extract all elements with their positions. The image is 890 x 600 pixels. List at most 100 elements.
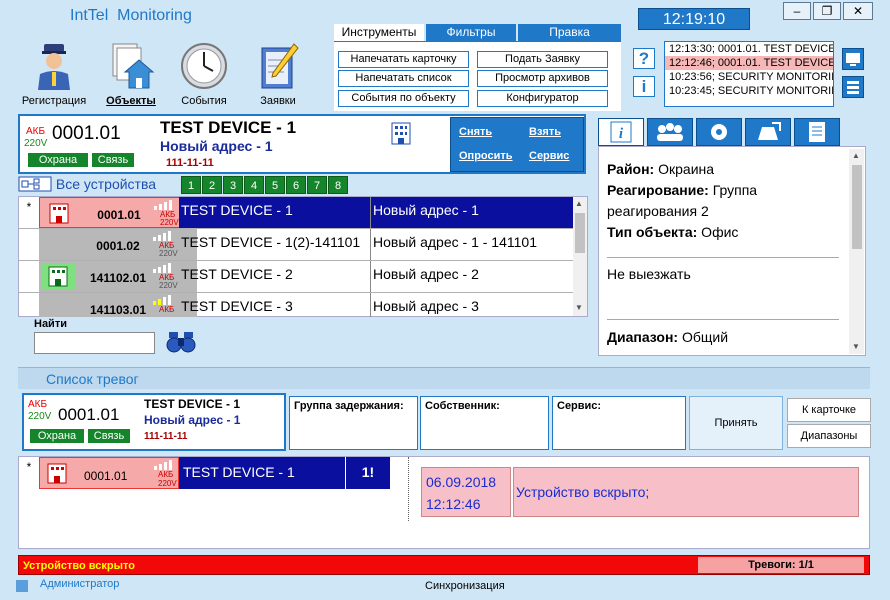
map-icon — [758, 122, 781, 140]
device-address: Новый адрес - 1 — [160, 138, 273, 154]
nav-requests-label: Заявки — [260, 95, 296, 107]
log-entry[interactable]: 10:23:56; SECURITY MONITORING — [665, 70, 833, 84]
scroll-thumb[interactable] — [575, 213, 585, 253]
minimize-button[interactable]: – — [783, 2, 811, 20]
all-devices-label: Все устройства — [55, 176, 157, 192]
search-input[interactable] — [34, 332, 155, 354]
tab-settings[interactable] — [696, 118, 742, 146]
ranges-button[interactable]: Диапазоны — [787, 424, 871, 448]
all-devices-header[interactable]: Все устройства — [18, 176, 156, 194]
configurator-button[interactable]: Конфигуратор — [477, 90, 608, 107]
tab-edit[interactable]: Правка — [518, 24, 621, 41]
page-4[interactable]: 4 — [244, 176, 264, 194]
row-marker: * — [26, 200, 32, 214]
object-type-line: Тип объекта: Офис — [607, 224, 739, 240]
splitter[interactable] — [408, 457, 409, 521]
alarm-row-number: 0001.01 — [84, 469, 128, 483]
signal-icon — [154, 200, 172, 210]
disarm-link[interactable]: Снять — [459, 126, 492, 138]
page-7[interactable]: 7 — [307, 176, 327, 194]
monitor-icon[interactable] — [842, 48, 864, 70]
submit-request-button[interactable]: Подать Заявку — [477, 51, 608, 68]
event-datetime: 06.09.2018 12:12:46 — [421, 467, 511, 517]
alarm-row-name[interactable]: TEST DEVICE - 1 — [179, 457, 345, 489]
object-events-button[interactable]: События по объекту — [338, 90, 469, 107]
accept-button[interactable]: Принять — [689, 396, 783, 450]
tab-log[interactable] — [794, 118, 840, 146]
tab-info[interactable]: i — [598, 118, 644, 146]
row-address: Новый адрес - 1 - 141101 — [373, 234, 537, 250]
building-icon — [391, 122, 411, 145]
poll-link[interactable]: Опросить — [459, 150, 513, 162]
row-number: 141102.01 — [89, 271, 147, 285]
row-address: Новый адрес - 2 — [373, 266, 479, 282]
view-archives-button[interactable]: Просмотр архивов — [477, 70, 608, 87]
row-object: 141102.01 АКБ 220V — [39, 261, 197, 292]
page-5[interactable]: 5 — [265, 176, 285, 194]
tab-people[interactable] — [647, 118, 693, 146]
table-row[interactable]: 141103.01 АКБ TEST DEVICE - 3 Новый адре… — [19, 293, 573, 317]
table-row[interactable]: * 0001.01 АКБ 220V TEST DEVICE - 1 Новый… — [19, 197, 573, 229]
range-line: Диапазон: Общий — [607, 329, 729, 345]
device-code: 111-11-11 — [166, 157, 214, 169]
log-entry-highlighted[interactable]: 12:12:46; 0001.01. TEST DEVICE — [665, 56, 833, 70]
tab-filters[interactable]: Фильтры — [426, 24, 516, 41]
scroll-up-icon[interactable]: ▲ — [852, 151, 860, 160]
row-voltage: 220V — [158, 479, 177, 488]
print-card-button[interactable]: Напечатать карточку — [338, 51, 469, 68]
page-2[interactable]: 2 — [202, 176, 222, 194]
nav-objects[interactable]: Объекты — [95, 40, 167, 107]
scroll-thumb[interactable] — [852, 165, 862, 249]
nav-requests[interactable]: Заявки — [242, 40, 314, 107]
close-button[interactable]: ✕ — [843, 2, 873, 20]
alarm-row-object[interactable]: 0001.01 АКБ 220V — [39, 457, 179, 489]
search-label: Найти — [34, 318, 67, 330]
scroll-down-icon[interactable]: ▼ — [852, 342, 860, 351]
service-field: Сервис: — [552, 396, 686, 450]
restore-button[interactable]: ❐ — [813, 2, 841, 20]
arm-link[interactable]: Взять — [529, 126, 561, 138]
table-row[interactable]: 0001.02 АКБ 220V TEST DEVICE - 1(2)-1411… — [19, 229, 573, 261]
district-line: Район: Окраина — [607, 161, 715, 177]
building-icon — [49, 203, 69, 224]
scroll-down-icon[interactable]: ▼ — [575, 303, 583, 312]
log-entry[interactable]: 10:23:45; SECURITY MONITORING — [665, 84, 833, 98]
info-button[interactable]: i — [633, 76, 655, 97]
tree-icon — [18, 176, 52, 192]
page-6[interactable]: 6 — [286, 176, 306, 194]
info-scrollbar[interactable]: ▲ ▼ — [849, 149, 864, 354]
row-name: TEST DEVICE - 1 — [179, 197, 371, 228]
signal-icon — [153, 231, 171, 241]
tab-map[interactable] — [745, 118, 791, 146]
page-1[interactable]: 1 — [181, 176, 201, 194]
page-8[interactable]: 8 — [328, 176, 348, 194]
row-number: 0001.01 — [97, 208, 141, 222]
object-number: 0001.01 — [58, 405, 120, 424]
table-scrollbar[interactable]: ▲ ▼ — [573, 197, 587, 316]
scroll-up-icon[interactable]: ▲ — [575, 199, 583, 208]
service-link[interactable]: Сервис — [529, 150, 569, 162]
help-button[interactable]: ? — [633, 48, 655, 69]
detention-group-field: Группа задержания: — [289, 396, 418, 450]
print-list-button[interactable]: Напечатать список — [338, 70, 469, 87]
akb-label: АКБ — [26, 126, 46, 137]
nav-registration[interactable]: Регистрация — [18, 40, 90, 107]
list-icon[interactable] — [842, 76, 864, 98]
akb-label: АКБ — [28, 399, 48, 410]
alarm-list-header[interactable]: Список тревог — [18, 367, 870, 389]
voltage-label: 220V — [24, 138, 48, 149]
row-voltage: 220V — [159, 281, 178, 290]
event-log[interactable]: 12:13:30; 0001.01. TEST DEVICE 12:12:46;… — [664, 41, 834, 107]
app-title: IntTel Monitoring — [70, 7, 192, 24]
row-object: 0001.02 АКБ 220V — [39, 229, 197, 260]
log-entry[interactable]: 12:13:30; 0001.01. TEST DEVICE — [665, 42, 833, 56]
sync-status: Синхронизация — [425, 580, 505, 592]
to-card-button[interactable]: К карточке — [787, 398, 871, 422]
binoculars-icon[interactable] — [166, 328, 196, 354]
tab-tools[interactable]: Инструменты — [334, 24, 424, 41]
table-row[interactable]: 141102.01 АКБ 220V TEST DEVICE - 2 Новый… — [19, 261, 573, 293]
row-name: TEST DEVICE - 3 — [179, 293, 371, 317]
nav-events[interactable]: События — [168, 40, 240, 107]
page-3[interactable]: 3 — [223, 176, 243, 194]
row-number: 141103.01 — [89, 303, 147, 317]
